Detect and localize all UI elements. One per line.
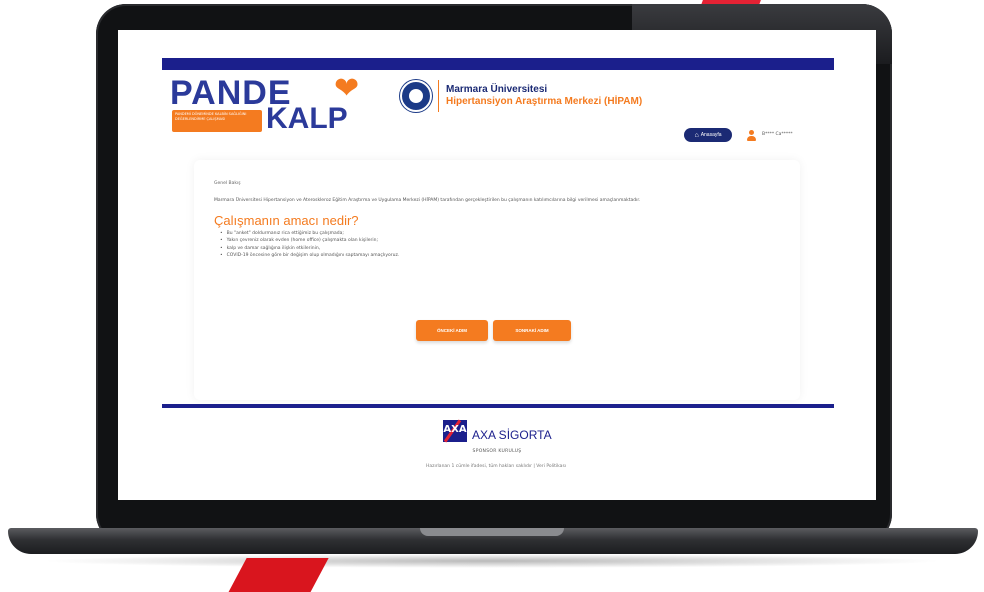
footer-note: Hazırlanan 1 cümle ifadesi, tüm hakları … xyxy=(425,464,567,469)
list-item: Bu "anket" doldurmanız rica ettiğimiz bu… xyxy=(220,230,399,237)
next-step-button[interactable]: SONRAKİ ADIM xyxy=(493,320,571,341)
heart-icon: ❤ xyxy=(334,71,360,106)
university-seal-icon xyxy=(400,80,432,112)
content-card xyxy=(194,160,800,400)
footer-bar xyxy=(162,404,834,408)
section-label: Genel Bakış xyxy=(214,181,241,186)
header-bar xyxy=(162,58,834,70)
logo-tagline: PANDEMİ DÖNEMİNDE KALBİN SAĞLIĞINI DEĞER… xyxy=(172,110,262,132)
research-center-name: Hipertansiyon Araştırma Merkezi (HİPAM) xyxy=(446,96,643,107)
sponsor-name: AXA SİGORTA xyxy=(472,428,552,442)
intro-text: Marmara Üniversitesi Hipertansiyon ve At… xyxy=(214,198,641,203)
previous-step-button[interactable]: ÖNCEKİ ADIM xyxy=(416,320,488,341)
browser-viewport: PANDE ❤ PANDEMİ DÖNEMİNDE KALBİN SAĞLIĞI… xyxy=(118,30,876,500)
home-icon: ⌂ xyxy=(694,131,699,139)
laptop-notch xyxy=(420,528,564,536)
sponsor-caption: SPONSOR KURULUŞ xyxy=(472,449,522,454)
pandekalp-logo[interactable]: PANDE ❤ PANDEMİ DÖNEMİNDE KALBİN SAĞLIĞI… xyxy=(170,71,370,136)
user-name[interactable]: B**** Ca***** xyxy=(762,132,793,137)
laptop-scene: PANDE ❤ PANDEMİ DÖNEMİNDE KALBİN SAĞLIĞI… xyxy=(0,0,984,592)
logo-text-kalp: KALP xyxy=(266,102,348,135)
page-heading: Çalışmanın amacı nedir? xyxy=(214,213,359,228)
list-item: kalp ve damar sağlığına ilişkin etkileri… xyxy=(220,245,399,252)
user-icon[interactable] xyxy=(746,130,756,142)
axa-logo-icon[interactable]: AXA xyxy=(443,419,467,443)
header-divider xyxy=(438,80,439,112)
university-name: Marmara Üniversitesi xyxy=(446,84,548,95)
purpose-list: Bu "anket" doldurmanız rica ettiğimiz bu… xyxy=(220,230,400,259)
home-button[interactable]: ⌂ Anasayfa xyxy=(684,128,732,142)
list-item: COVID-19 öncesine göre bir değişim olup … xyxy=(220,252,400,259)
home-button-label: Anasayfa xyxy=(700,132,722,138)
list-item: Yakın çevreniz olarak evden (home office… xyxy=(220,237,399,244)
laptop-shadow xyxy=(40,554,944,568)
